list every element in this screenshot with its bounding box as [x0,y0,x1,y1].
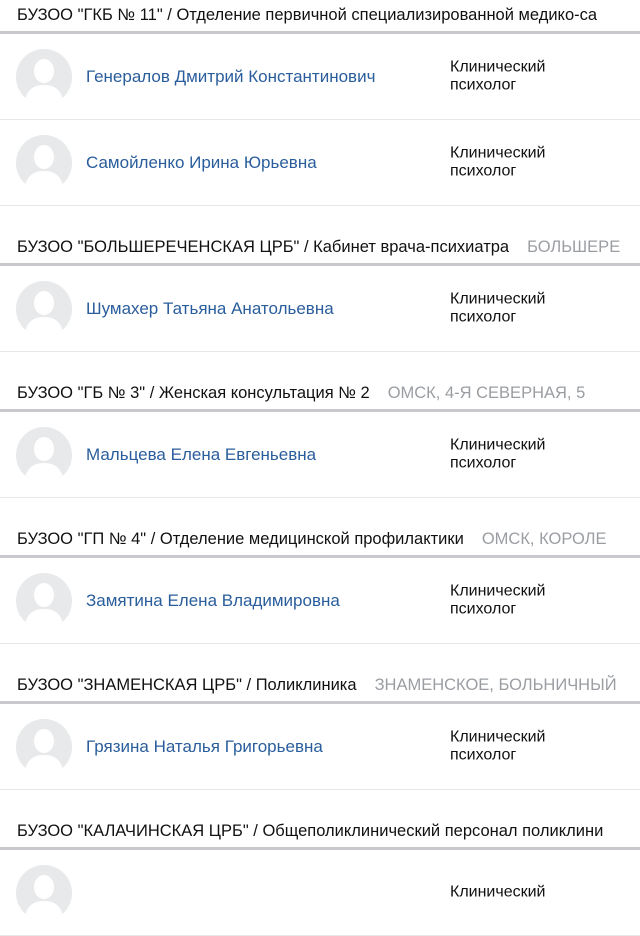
role-line: Клинический [450,581,546,599]
role-line: психолог [450,599,517,617]
person-row[interactable]: Мальцева Елена Евгеньевна Клинический пс… [0,412,640,498]
person-row[interactable]: Самойленко Ирина Юрьевна Клинический пси… [0,120,640,206]
group-gap [0,790,640,816]
avatar-placeholder-icon [16,426,72,483]
org-header: БУЗОО "ГКБ № 11" / Отделение первичной с… [0,0,640,34]
staff-list: БУЗОО "ГКБ № 11" / Отделение первичной с… [0,0,640,936]
role-line: психолог [450,161,517,179]
person-row[interactable]: Генералов Дмитрий Константинович Клиниче… [0,34,640,120]
org-header: БУЗОО "ГП № 4" / Отделение медицинской п… [0,524,640,558]
avatar-placeholder-icon [16,280,72,337]
role-line: психолог [450,307,517,325]
person-role: Клинический психолог [450,144,630,180]
person-name-link[interactable]: Генералов Дмитрий Константинович [86,67,436,87]
person-row[interactable]: Клинический [0,850,640,936]
person-name-link[interactable]: Мальцева Елена Евгеньевна [86,445,436,465]
avatar-placeholder-icon [16,718,72,775]
person-role: Клинический психолог [450,436,630,472]
person-row[interactable]: Замятина Елена Владимировна Клинический … [0,558,640,644]
org-address: ОМСК, 4-Я СЕВЕРНАЯ, 5 [387,384,586,402]
org-header: БУЗОО "ГБ № 3" / Женская консультация № … [0,378,640,412]
group-gap [0,206,640,232]
org-name: БУЗОО "ГБ № 3" / Женская консультация № … [17,384,370,402]
role-line: Клинический [450,727,546,745]
person-row[interactable]: Грязина Наталья Григорьевна Клинический … [0,704,640,790]
person-role: Клинический психолог [450,728,630,764]
avatar-placeholder-icon [16,572,72,629]
person-name-link[interactable]: Грязина Наталья Григорьевна [86,737,436,757]
avatar-placeholder-icon [16,134,72,191]
role-line: Клинический [450,57,546,75]
person-role: Клинический психолог [450,58,630,94]
org-header: БУЗОО "ЗНАМЕНСКАЯ ЦРБ" / Поликлиника ЗНА… [0,670,640,704]
person-role: Клинический [450,883,630,901]
org-address: БОЛЬШЕРЕ [527,238,621,256]
person-name-link[interactable]: Самойленко Ирина Юрьевна [86,153,436,173]
person-role: Клинический психолог [450,290,630,326]
avatar-placeholder-icon [16,48,72,105]
org-header: БУЗОО "БОЛЬШЕРЕЧЕНСКАЯ ЦРБ" / Кабинет вр… [0,232,640,266]
org-header: БУЗОО "КАЛАЧИНСКАЯ ЦРБ" / Общеполиклинич… [0,816,640,850]
org-name: БУЗОО "КАЛАЧИНСКАЯ ЦРБ" / Общеполиклинич… [17,822,604,840]
group-gap [0,644,640,670]
org-name: БУЗОО "БОЛЬШЕРЕЧЕНСКАЯ ЦРБ" / Кабинет вр… [17,238,510,256]
org-address: ОМСК, КОРОЛЕ [481,530,607,548]
role-line: психолог [450,453,517,471]
role-line: психолог [450,745,517,763]
person-row[interactable]: Шумахер Татьяна Анатольевна Клинический … [0,266,640,352]
avatar-placeholder-icon [16,864,72,921]
person-name-link[interactable]: Замятина Елена Владимировна [86,591,436,611]
role-line: Клинический [450,143,546,161]
org-name: БУЗОО "ГКБ № 11" / Отделение первичной с… [17,6,598,24]
role-line: Клинический [450,435,546,453]
org-name: БУЗОО "ГП № 4" / Отделение медицинской п… [17,530,464,548]
group-gap [0,498,640,524]
org-name: БУЗОО "ЗНАМЕНСКАЯ ЦРБ" / Поликлиника [17,676,357,694]
role-line: Клинический [450,883,546,901]
person-name-link[interactable]: Шумахер Татьяна Анатольевна [86,299,436,319]
group-gap [0,352,640,378]
role-line: психолог [450,75,517,93]
role-line: Клинический [450,289,546,307]
person-role: Клинический психолог [450,582,630,618]
org-address: ЗНАМЕНСКОЕ, БОЛЬНИЧНЫЙ [374,676,617,694]
